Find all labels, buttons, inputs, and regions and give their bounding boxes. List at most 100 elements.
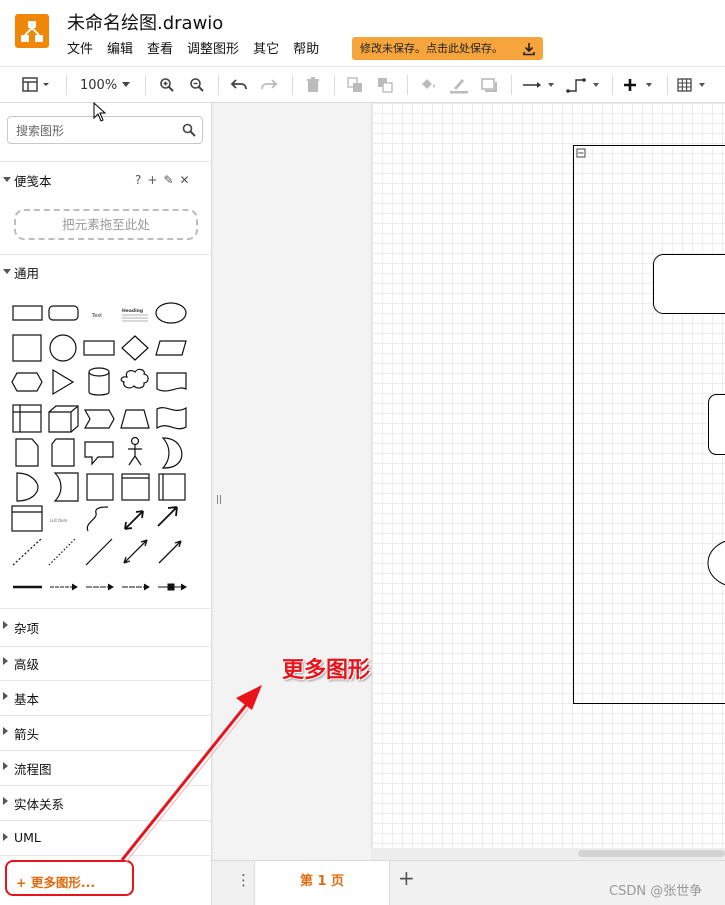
rounded-rectangle-shape	[48, 305, 79, 321]
shadow-icon[interactable]	[479, 74, 499, 96]
insert-icon[interactable]	[622, 74, 656, 96]
section-misc[interactable]: 杂项	[14, 618, 39, 637]
download-icon	[522, 41, 536, 64]
actor-shape	[130, 436, 140, 446]
bidirectional-connector-shape	[123, 539, 148, 564]
add-page-icon[interactable]: +	[398, 866, 415, 890]
delete-icon[interactable]	[303, 74, 323, 96]
section-basic[interactable]: 基本	[14, 689, 39, 708]
to-front-icon[interactable]	[345, 74, 365, 96]
pages-menu-icon[interactable]: ⋮	[236, 871, 251, 889]
section-arrows[interactable]: 箭头	[14, 724, 39, 743]
list-shape	[11, 505, 43, 532]
dotted-line-shape	[48, 538, 76, 566]
menu-view[interactable]: 查看	[147, 41, 173, 59]
uml-expand-icon[interactable]	[3, 833, 8, 841]
section-flowchart[interactable]: 流程图	[14, 759, 52, 778]
scratchpad-tools: ? + ✎ ✕	[135, 173, 190, 187]
process-shape	[83, 340, 115, 356]
container-shape	[573, 145, 725, 704]
directional-connector-shape	[158, 540, 182, 564]
delay-shape	[16, 472, 39, 502]
container-shape	[12, 404, 42, 433]
document-title[interactable]: 未命名绘图.drawio	[67, 9, 223, 35]
scratchpad-add-icon[interactable]: +	[147, 173, 157, 187]
menu-arrange[interactable]: 调整图形	[187, 41, 239, 59]
dashed-line-shape	[12, 538, 42, 566]
scratchpad-title[interactable]: 便笺本	[14, 171, 52, 190]
waypoints-icon[interactable]	[566, 74, 602, 96]
document-shape	[156, 372, 187, 392]
more-shapes-button[interactable]: + 更多图形...	[5, 860, 134, 896]
cloud-shape	[120, 368, 149, 389]
scratchpad-dropzone[interactable]: 把元素拖至此处	[14, 209, 198, 240]
triangle-shape	[52, 368, 75, 396]
tape-shape	[156, 406, 187, 430]
menu-edit[interactable]: 编辑	[107, 41, 133, 59]
basic-expand-icon[interactable]	[3, 692, 8, 700]
line-shape	[85, 538, 113, 566]
rectangle-shape	[12, 305, 43, 321]
list-item-shape-label: List Item	[50, 518, 67, 523]
note-shape	[15, 438, 39, 467]
connection-icon[interactable]	[522, 74, 556, 96]
menu-file[interactable]: 文件	[67, 41, 93, 59]
ellipse-shape	[155, 302, 187, 324]
callout-shape	[84, 441, 114, 466]
advanced-expand-icon[interactable]	[3, 657, 8, 665]
zoom-level[interactable]: 100%	[80, 78, 117, 93]
undo-icon[interactable]	[229, 74, 249, 96]
canvas-gutter	[213, 103, 371, 860]
watermark: CSDN @张世争	[609, 884, 703, 899]
scratchpad-edit-icon[interactable]: ✎	[163, 173, 173, 187]
card-shape	[51, 438, 75, 467]
menu-help[interactable]: 帮助	[293, 41, 319, 59]
mouse-cursor-icon	[93, 102, 107, 122]
general-section-title[interactable]: 通用	[14, 263, 39, 282]
zoom-dropdown-icon[interactable]	[119, 74, 133, 96]
horizontal-scrollbar[interactable]	[578, 850, 725, 857]
shapes-sidebar: 便笺本 ? + ✎ ✕ 把元素拖至此处 通用	[0, 103, 212, 905]
square-shape	[12, 334, 42, 362]
tab-page-1[interactable]: 第 1 页	[254, 861, 390, 905]
parallelogram-shape	[155, 340, 187, 356]
scratchpad-close-icon[interactable]: ✕	[180, 173, 190, 187]
misc-expand-icon[interactable]	[3, 621, 8, 629]
section-uml[interactable]: UML	[14, 830, 41, 845]
format-panel-icon[interactable]	[20, 74, 54, 96]
rounded-rectangle-shape	[653, 254, 725, 314]
search-icon[interactable]	[182, 123, 196, 140]
menu-extras[interactable]: 其它	[253, 41, 279, 59]
or-shape	[161, 437, 183, 469]
bidirectional-arrow-shape	[124, 510, 144, 530]
scratchpad-help-icon[interactable]: ?	[135, 173, 141, 187]
general-expand-icon[interactable]	[3, 269, 11, 274]
menu-bar: 文件 编辑 查看 调整图形 其它 帮助	[67, 41, 333, 59]
zoom-out-icon[interactable]	[187, 74, 207, 96]
er-expand-icon[interactable]	[3, 797, 8, 805]
text-shape-label: Text	[91, 313, 102, 319]
heading-shape-label: Heading	[122, 308, 143, 314]
sidebar-resize-grip[interactable]: ||	[216, 495, 222, 505]
arrows-expand-icon[interactable]	[3, 727, 8, 735]
more-shapes-label: + 更多图形...	[16, 875, 96, 890]
toolbar: 100%	[0, 66, 725, 103]
to-back-icon[interactable]	[375, 74, 395, 96]
fill-color-icon[interactable]	[418, 74, 438, 96]
rounded-rectangle-shape-2	[708, 394, 725, 455]
line-color-icon[interactable]	[448, 74, 470, 96]
diagram-page[interactable]	[371, 103, 725, 848]
section-advanced[interactable]: 高级	[14, 654, 39, 673]
unsaved-changes-label: 修改未保存。点击此处保存。	[360, 42, 503, 55]
ellipse-shape	[707, 540, 725, 586]
step-shape	[83, 409, 115, 429]
table-icon[interactable]	[676, 74, 710, 96]
redo-icon[interactable]	[259, 74, 279, 96]
unsaved-changes-button[interactable]: 修改未保存。点击此处保存。	[352, 37, 543, 60]
diamond-shape	[121, 335, 149, 361]
drawio-logo-icon[interactable]	[15, 14, 49, 48]
scratchpad-expand-icon[interactable]	[3, 177, 11, 182]
zoom-in-icon[interactable]	[157, 74, 177, 96]
flowchart-expand-icon[interactable]	[3, 762, 8, 770]
section-entity-relation[interactable]: 实体关系	[14, 794, 64, 813]
